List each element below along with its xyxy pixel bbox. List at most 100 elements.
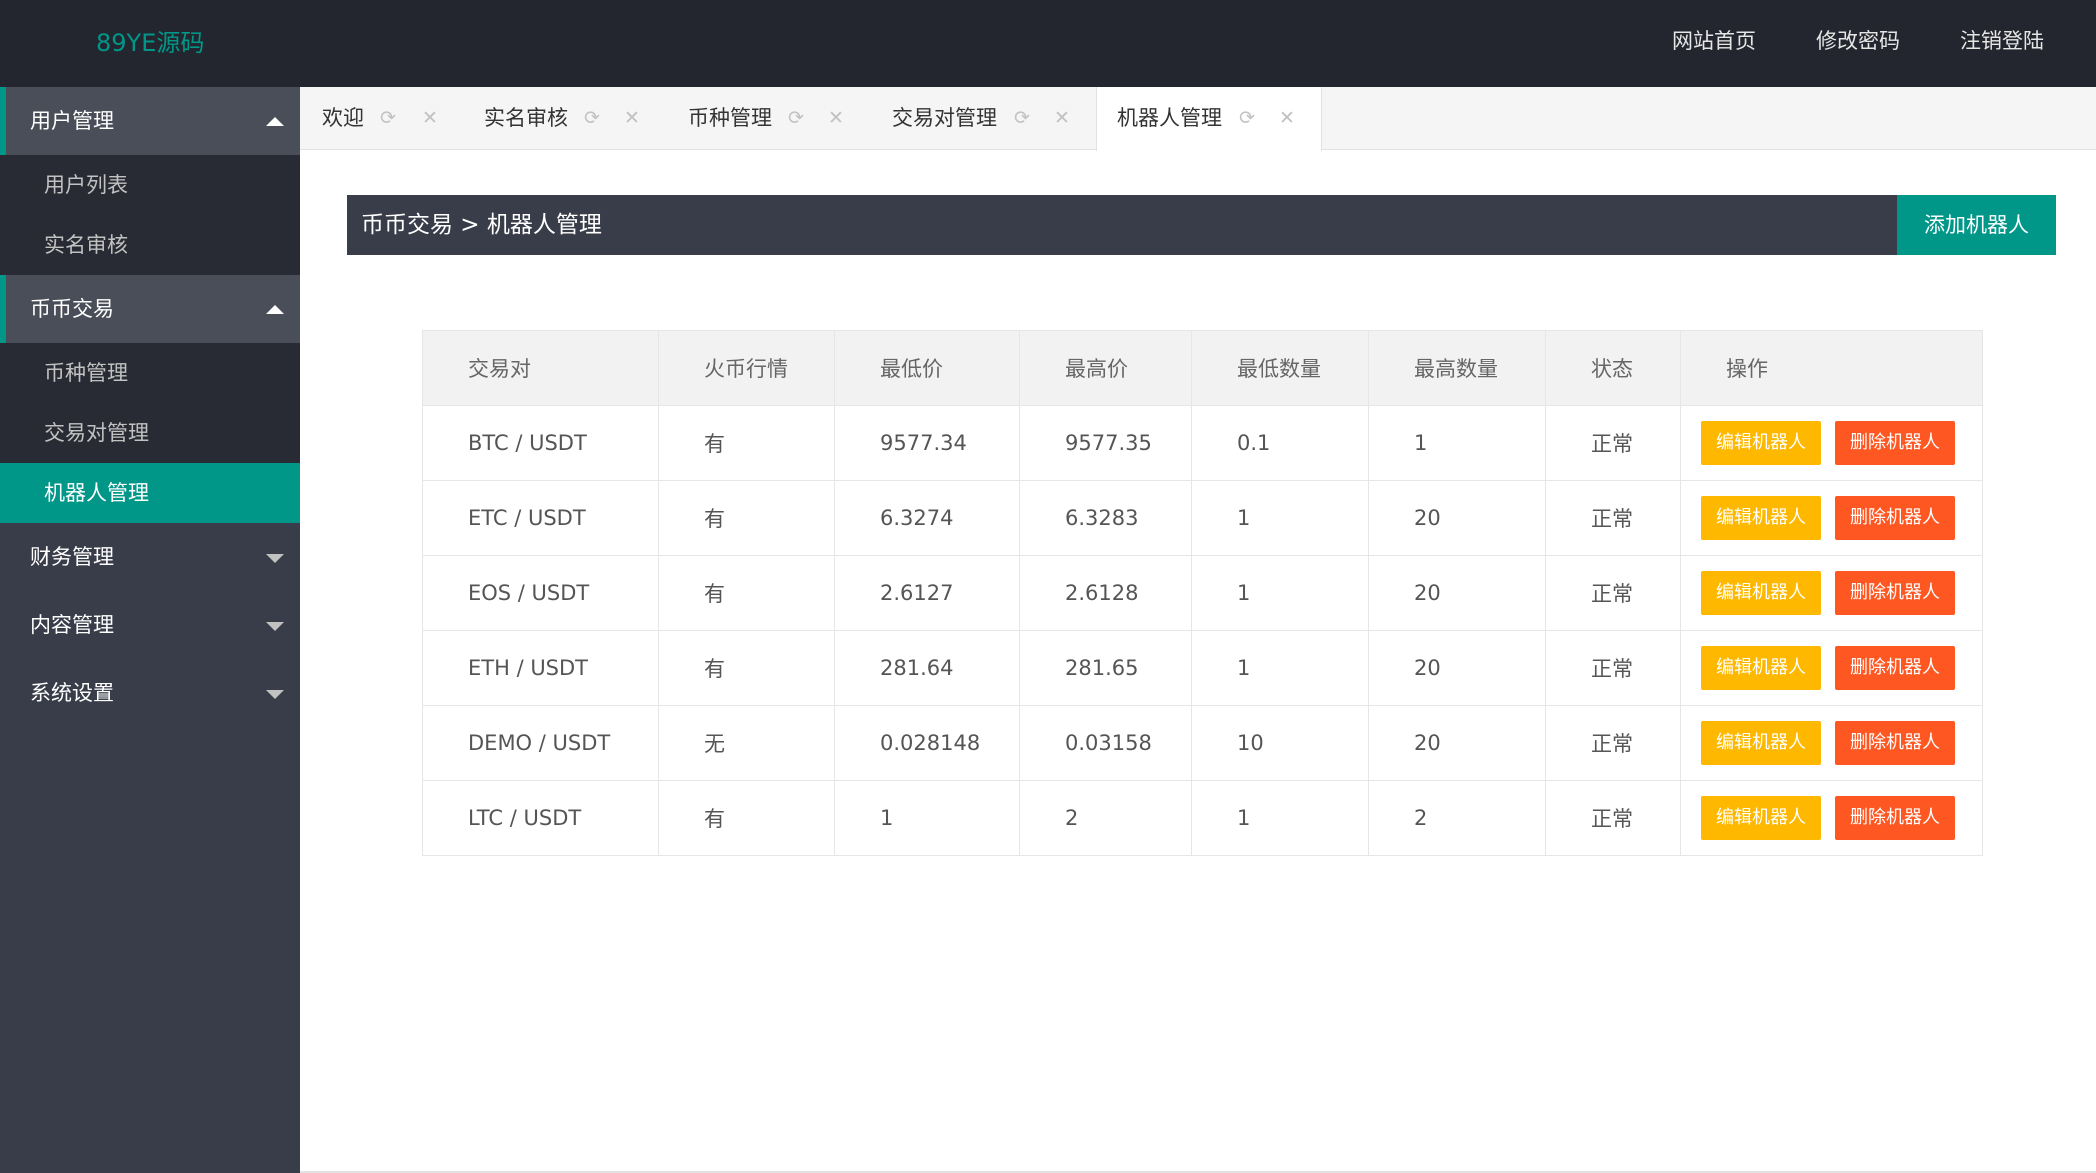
column-header: 火币行情 — [658, 330, 835, 406]
cell-min-price: 9577.34 — [834, 405, 1020, 481]
panel-header: 币币交易 > 机器人管理 添加机器人 — [347, 195, 2056, 255]
sidebar-item-user-list[interactable]: 用户列表 — [0, 155, 300, 215]
column-header: 最高价 — [1019, 330, 1192, 406]
cell-market: 有 — [658, 780, 835, 856]
sidebar-group-user-management[interactable]: 用户管理 — [0, 87, 300, 155]
cell-max-qty: 20 — [1368, 630, 1546, 706]
caret-down-icon — [266, 554, 284, 563]
tab-robot-management[interactable]: 机器人管理 ⟳ ✕ — [1096, 87, 1322, 151]
close-icon[interactable]: ✕ — [422, 87, 438, 149]
cell-status: 正常 — [1545, 630, 1681, 706]
column-header: 状态 — [1545, 330, 1681, 406]
edit-robot-button[interactable]: 编辑机器人 — [1701, 796, 1821, 840]
cell-status: 正常 — [1545, 405, 1681, 481]
add-robot-button[interactable]: 添加机器人 — [1897, 195, 2056, 255]
edit-robot-button[interactable]: 编辑机器人 — [1701, 421, 1821, 465]
tab-coin-management[interactable]: 币种管理 ⟳ ✕ — [688, 87, 868, 150]
column-header: 最高数量 — [1368, 330, 1546, 406]
cell-status: 正常 — [1545, 480, 1681, 556]
cell-max-qty: 1 — [1368, 405, 1546, 481]
sidebar: 用户管理 用户列表 实名审核 币币交易 币种管理 交易对管理 机器人管理 财务管… — [0, 87, 300, 1173]
edit-robot-button[interactable]: 编辑机器人 — [1701, 721, 1821, 765]
delete-robot-button[interactable]: 删除机器人 — [1835, 796, 1955, 840]
refresh-icon[interactable]: ⟳ — [1239, 87, 1255, 149]
cell-min-price: 6.3274 — [834, 480, 1020, 556]
cell-actions: 编辑机器人 删除机器人 — [1680, 630, 1983, 706]
sidebar-group-content[interactable]: 内容管理 — [0, 591, 300, 659]
cell-min-qty: 1 — [1191, 480, 1369, 556]
delete-robot-button[interactable]: 删除机器人 — [1835, 571, 1955, 615]
cell-max-qty: 20 — [1368, 555, 1546, 631]
edit-robot-button[interactable]: 编辑机器人 — [1701, 496, 1821, 540]
cell-actions: 编辑机器人 删除机器人 — [1680, 405, 1983, 481]
cell-market: 有 — [658, 405, 835, 481]
robot-table: 交易对 火币行情 最低价 最高价 最低数量 最高数量 状态 操作 BTC / U… — [422, 330, 1983, 856]
cell-min-qty: 1 — [1191, 780, 1369, 856]
sidebar-group-label: 系统设置 — [30, 681, 114, 705]
delete-robot-button[interactable]: 删除机器人 — [1835, 646, 1955, 690]
nav-change-password-link[interactable]: 修改密码 — [1816, 0, 1900, 87]
sidebar-submenu-trading: 币种管理 交易对管理 机器人管理 — [0, 343, 300, 523]
cell-max-qty: 20 — [1368, 705, 1546, 781]
tab-verification[interactable]: 实名审核 ⟳ ✕ — [484, 87, 664, 150]
sidebar-item-robot-management[interactable]: 机器人管理 — [0, 463, 300, 523]
sidebar-item-coin-management[interactable]: 币种管理 — [0, 343, 300, 403]
close-icon[interactable]: ✕ — [624, 87, 640, 149]
breadcrumb: 币币交易 > 机器人管理 — [361, 212, 602, 238]
tab-pair-management[interactable]: 交易对管理 ⟳ ✕ — [892, 87, 1092, 150]
refresh-icon[interactable]: ⟳ — [380, 87, 396, 149]
sidebar-group-label: 用户管理 — [30, 109, 114, 133]
cell-max-qty: 20 — [1368, 480, 1546, 556]
cell-market: 无 — [658, 705, 835, 781]
delete-robot-button[interactable]: 删除机器人 — [1835, 721, 1955, 765]
cell-market: 有 — [658, 480, 835, 556]
delete-robot-button[interactable]: 删除机器人 — [1835, 496, 1955, 540]
nav-logout-link[interactable]: 注销登陆 — [1960, 0, 2044, 87]
nav-home-link[interactable]: 网站首页 — [1672, 0, 1756, 87]
close-icon[interactable]: ✕ — [1279, 87, 1295, 149]
caret-up-icon — [266, 117, 284, 126]
table-row: ETH / USDT 有 281.64 281.65 1 20 正常 编辑机器人… — [422, 630, 1983, 706]
cell-max-price: 6.3283 — [1019, 480, 1192, 556]
cell-pair: EOS / USDT — [422, 555, 659, 631]
tab-bar: 欢迎 ⟳ ✕ 实名审核 ⟳ ✕ 币种管理 ⟳ ✕ 交易对管理 ⟳ ✕ 机器人管理… — [300, 87, 2096, 151]
cell-pair: DEMO / USDT — [422, 705, 659, 781]
refresh-icon[interactable]: ⟳ — [1014, 87, 1030, 149]
cell-market: 有 — [658, 555, 835, 631]
sidebar-item-pair-management[interactable]: 交易对管理 — [0, 403, 300, 463]
cell-max-price: 2.6128 — [1019, 555, 1192, 631]
logo[interactable]: 89YE源码 — [96, 0, 204, 87]
table-row: EOS / USDT 有 2.6127 2.6128 1 20 正常 编辑机器人… — [422, 555, 1983, 631]
sidebar-group-settings[interactable]: 系统设置 — [0, 659, 300, 727]
column-header: 交易对 — [422, 330, 659, 406]
refresh-icon[interactable]: ⟳ — [788, 87, 804, 149]
refresh-icon[interactable]: ⟳ — [584, 87, 600, 149]
cell-pair: LTC / USDT — [422, 780, 659, 856]
sidebar-item-verification[interactable]: 实名审核 — [0, 215, 300, 275]
top-header: 89YE源码 网站首页 修改密码 注销登陆 — [0, 0, 2096, 87]
close-icon[interactable]: ✕ — [1054, 87, 1070, 149]
table-row: BTC / USDT 有 9577.34 9577.35 0.1 1 正常 编辑… — [422, 405, 1983, 481]
table-row: DEMO / USDT 无 0.028148 0.03158 10 20 正常 … — [422, 705, 1983, 781]
tab-welcome[interactable]: 欢迎 ⟳ ✕ — [322, 87, 462, 150]
cell-status: 正常 — [1545, 555, 1681, 631]
table-row: ETC / USDT 有 6.3274 6.3283 1 20 正常 编辑机器人… — [422, 480, 1983, 556]
cell-min-qty: 10 — [1191, 705, 1369, 781]
cell-market: 有 — [658, 630, 835, 706]
cell-status: 正常 — [1545, 780, 1681, 856]
caret-down-icon — [266, 690, 284, 699]
cell-max-price: 281.65 — [1019, 630, 1192, 706]
sidebar-group-label: 财务管理 — [30, 545, 114, 569]
caret-down-icon — [266, 622, 284, 631]
cell-pair: ETC / USDT — [422, 480, 659, 556]
top-nav: 网站首页 修改密码 注销登陆 — [1612, 0, 2044, 87]
sidebar-group-finance[interactable]: 财务管理 — [0, 523, 300, 591]
caret-up-icon — [266, 305, 284, 314]
delete-robot-button[interactable]: 删除机器人 — [1835, 421, 1955, 465]
sidebar-group-coin-trading[interactable]: 币币交易 — [0, 275, 300, 343]
cell-min-price: 281.64 — [834, 630, 1020, 706]
close-icon[interactable]: ✕ — [828, 87, 844, 149]
edit-robot-button[interactable]: 编辑机器人 — [1701, 646, 1821, 690]
edit-robot-button[interactable]: 编辑机器人 — [1701, 571, 1821, 615]
column-header: 操作 — [1680, 330, 1983, 406]
